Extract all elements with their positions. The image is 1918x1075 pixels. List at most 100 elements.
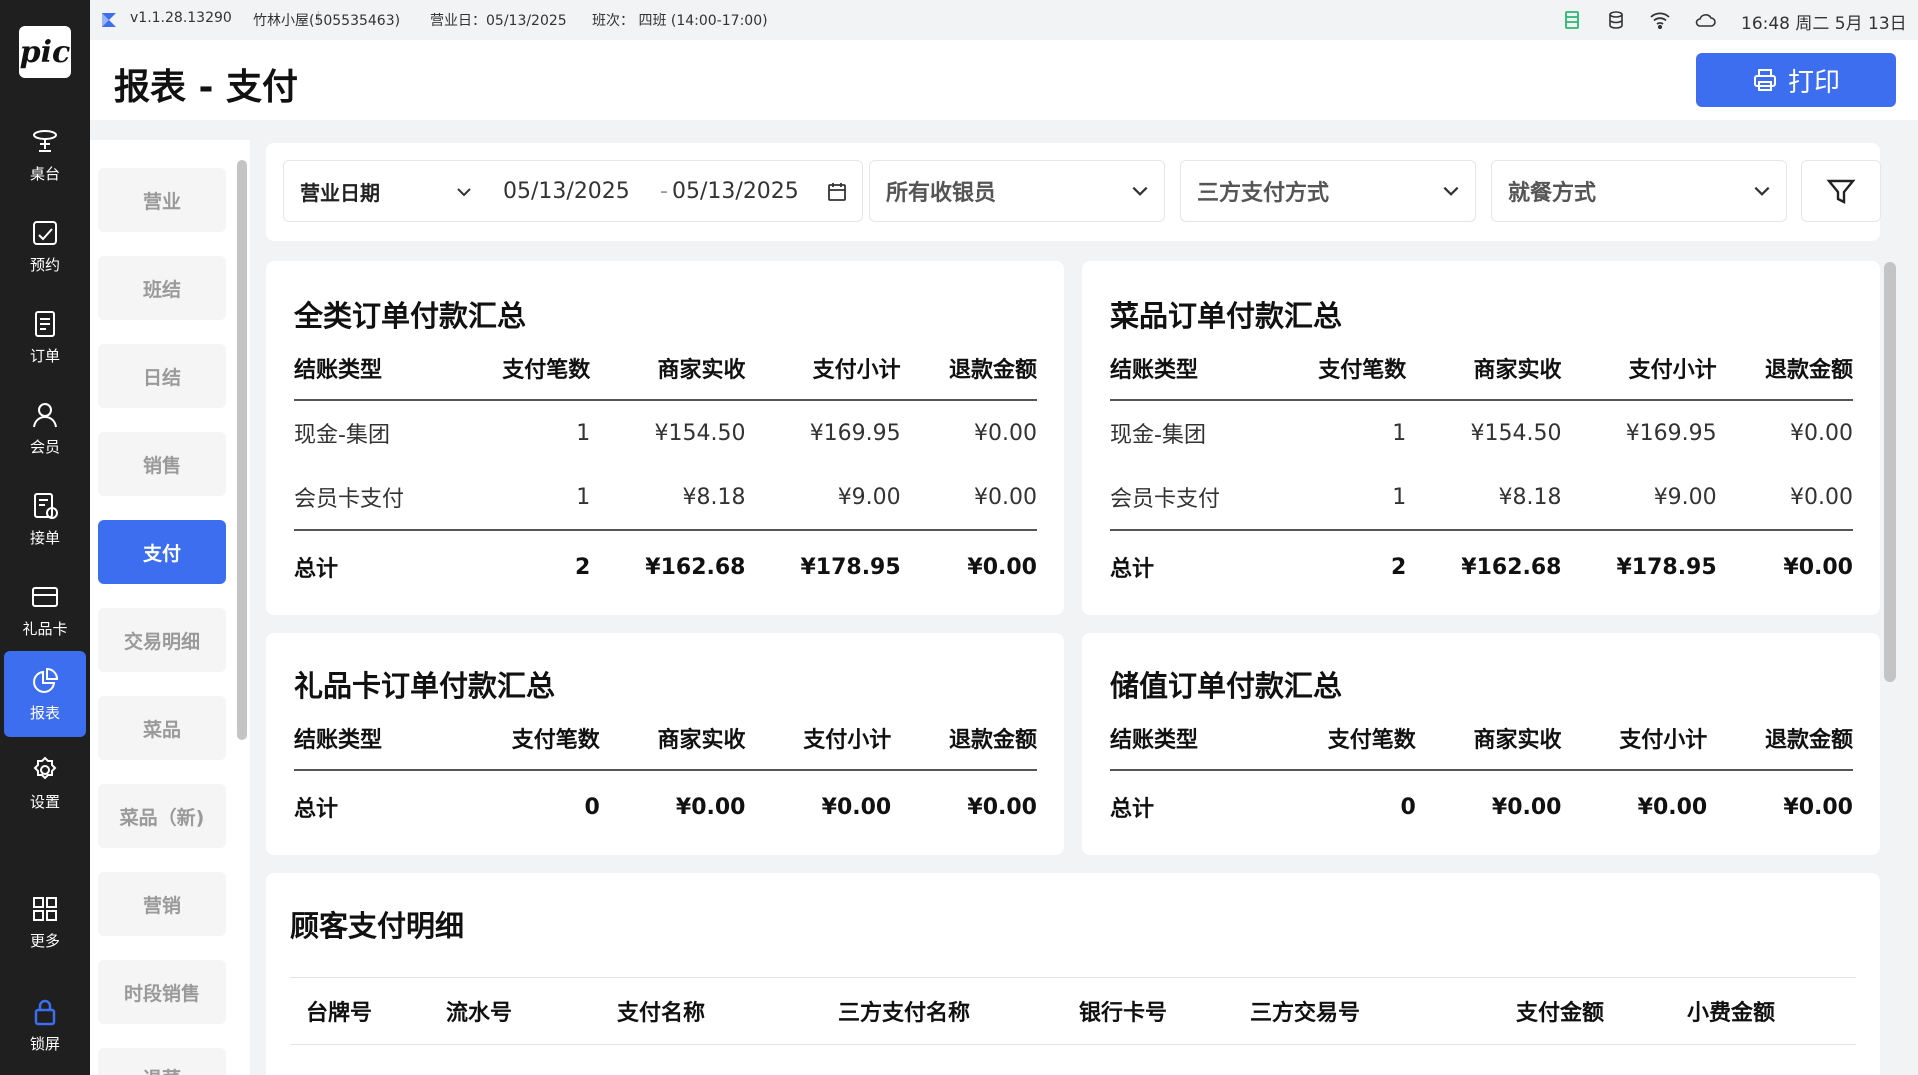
nav-item-more[interactable]: 更多 bbox=[4, 879, 86, 965]
subnav-item-dishes-new[interactable]: 菜品（新) bbox=[98, 784, 226, 848]
date-type-select[interactable]: 营业日期 bbox=[300, 177, 380, 206]
column-header: 支付小计 bbox=[745, 707, 892, 771]
app-logo: pic bbox=[19, 26, 71, 78]
filter-bar: 营业日期 05/13/2025 - 05/13/2025 所有收银员 三方支付方… bbox=[266, 143, 1881, 241]
filter-button[interactable] bbox=[1801, 160, 1881, 222]
card-title: 顾客支付明细 bbox=[290, 909, 465, 943]
subnav-item-payment[interactable]: 支付 bbox=[98, 520, 226, 584]
page-header: 报表 - 支付 打印 bbox=[90, 40, 1918, 120]
table-cell: 0 bbox=[584, 794, 600, 820]
nav-item-reports[interactable]: 报表 bbox=[4, 651, 86, 737]
column-header: 结账类型 bbox=[294, 707, 454, 771]
table-cell: 现金-集团 bbox=[294, 423, 390, 448]
third-party-payment-filter[interactable]: 三方支付方式 bbox=[1180, 160, 1476, 222]
table-cell: 会员卡支付 bbox=[294, 487, 405, 512]
calendar-icon bbox=[828, 183, 846, 201]
date-to[interactable]: 05/13/2025 bbox=[672, 179, 799, 204]
nav-label: 设置 bbox=[29, 792, 60, 811]
table-cell: ¥9.00 bbox=[1653, 484, 1717, 510]
nav-item-gift-card[interactable]: 礼品卡 bbox=[4, 567, 86, 653]
column-header: 支付小计 bbox=[1561, 337, 1717, 401]
store-name: 竹林小屋(505535463) bbox=[253, 13, 401, 29]
subnav-item-daily[interactable]: 日结 bbox=[98, 344, 226, 408]
dining-mode-filter[interactable]: 就餐方式 bbox=[1491, 160, 1787, 222]
nav-item-lock[interactable]: 锁屏 bbox=[4, 982, 86, 1068]
chevron-down-icon bbox=[1443, 186, 1459, 196]
table-cell: ¥0.00 bbox=[1491, 794, 1562, 820]
column-header: 银行卡号 bbox=[1063, 977, 1234, 1045]
print-button[interactable]: 打印 bbox=[1696, 53, 1896, 107]
printer-icon bbox=[1753, 69, 1776, 91]
card-all-orders: 全类订单付款汇总 结账类型 支付笔数 商家实收 支付小计 退款金额 现金-集团 … bbox=[266, 261, 1064, 615]
column-header: 台牌号 bbox=[290, 977, 430, 1045]
nav-item-settings[interactable]: 设置 bbox=[4, 740, 86, 826]
chevron-down-icon bbox=[1132, 186, 1148, 196]
card-title: 全类订单付款汇总 bbox=[294, 299, 527, 333]
chevron-down-icon bbox=[1754, 186, 1770, 196]
table-cell: 2 bbox=[454, 529, 591, 603]
summary-table: 结账类型 支付笔数 商家实收 支付小计 退款金额 总计 0 ¥0.00 ¥0.0… bbox=[294, 707, 1037, 843]
column-header: 支付笔数 bbox=[1270, 707, 1416, 771]
subnav-item-period-sales[interactable]: 时段销售 bbox=[98, 960, 226, 1024]
subnav-scrollbar[interactable] bbox=[237, 160, 247, 740]
table-cell: ¥8.18 bbox=[682, 484, 746, 510]
subnav-item-shift[interactable]: 班结 bbox=[98, 256, 226, 320]
date-range-filter[interactable]: 营业日期 05/13/2025 - 05/13/2025 bbox=[283, 160, 863, 222]
column-header: 结账类型 bbox=[1110, 707, 1270, 771]
table-cell: ¥9.00 bbox=[837, 484, 901, 510]
content-scrollbar[interactable] bbox=[1884, 262, 1896, 682]
column-header: 支付笔数 bbox=[454, 337, 591, 401]
summary-table: 结账类型 支付笔数 商家实收 支付小计 退款金额 现金-集团 1 ¥154.50… bbox=[294, 337, 1037, 603]
total-row: 总计 0 ¥0.00 ¥0.00 ¥0.00 bbox=[294, 770, 1037, 843]
nav-label: 更多 bbox=[29, 931, 60, 950]
table-cell: 1 bbox=[1392, 484, 1407, 510]
table-cell: 1 bbox=[1392, 420, 1407, 446]
subnav-item-dishes[interactable]: 菜品 bbox=[98, 696, 226, 760]
table-header: 结账类型 支付笔数 商家实收 支付小计 退款金额 bbox=[294, 337, 1037, 401]
total-row: 总计 2 ¥162.68 ¥178.95 ¥0.00 bbox=[1110, 529, 1853, 603]
nav-item-orders[interactable]: 订单 bbox=[4, 294, 86, 380]
column-header: 支付笔数 bbox=[454, 707, 600, 771]
table-header: 台牌号 流水号 支付名称 三方支付名称 银行卡号 三方交易号 支付金额 小费金额 bbox=[290, 977, 1856, 1045]
third-party-select[interactable]: 三方支付方式 bbox=[1197, 175, 1329, 207]
nav-item-members[interactable]: 会员 bbox=[4, 385, 86, 471]
subnav-item-business[interactable]: 营业 bbox=[98, 168, 226, 232]
nav-item-receive[interactable]: 接单 bbox=[4, 476, 86, 562]
column-header: 支付小计 bbox=[745, 337, 901, 401]
gear-icon bbox=[33, 756, 57, 779]
subnav-item-returns[interactable]: 退菜 bbox=[98, 1048, 226, 1075]
cashier-select[interactable]: 所有收银员 bbox=[886, 175, 996, 207]
user-icon bbox=[33, 402, 57, 427]
table-cell: ¥0.00 bbox=[974, 484, 1037, 510]
subnav-item-transactions[interactable]: 交易明细 bbox=[98, 608, 226, 672]
cloud-icon bbox=[1695, 14, 1716, 27]
column-header: 流水号 bbox=[430, 977, 601, 1045]
card-title: 菜品订单付款汇总 bbox=[1110, 299, 1343, 333]
summary-table: 结账类型 支付笔数 商家实收 支付小计 退款金额 总计 0 ¥0.00 ¥0.0… bbox=[1110, 707, 1853, 843]
date-from[interactable]: 05/13/2025 bbox=[503, 179, 630, 204]
card-customer-payment-detail: 顾客支付明细 台牌号 流水号 支付名称 三方支付名称 银行卡号 三方交易号 支付… bbox=[266, 873, 1880, 1075]
table-cell: ¥0.00 bbox=[900, 529, 1037, 603]
table-cell: ¥154.50 bbox=[654, 420, 746, 446]
database-green-icon bbox=[1565, 11, 1579, 29]
subnav-item-marketing[interactable]: 营销 bbox=[98, 872, 226, 936]
cashier-filter[interactable]: 所有收银员 bbox=[869, 160, 1165, 222]
subnav-item-sales[interactable]: 销售 bbox=[98, 432, 226, 496]
card-dish-orders: 菜品订单付款汇总 结账类型 支付笔数 商家实收 支付小计 退款金额 现金-集团 … bbox=[1082, 261, 1880, 615]
table-cell: ¥0.00 bbox=[1637, 794, 1708, 820]
total-row: 总计 2 ¥162.68 ¥178.95 ¥0.00 bbox=[294, 529, 1037, 603]
filter-icon bbox=[1826, 179, 1856, 204]
wifi-icon bbox=[1650, 12, 1670, 29]
database-icon bbox=[1609, 11, 1623, 29]
table-cell: 现金-集团 bbox=[1110, 423, 1206, 448]
lock-icon bbox=[34, 999, 56, 1025]
nav-item-reservation[interactable]: 预约 bbox=[4, 203, 86, 289]
dining-select[interactable]: 就餐方式 bbox=[1508, 175, 1596, 207]
table-cell: ¥154.50 bbox=[1470, 420, 1562, 446]
pie-chart-icon bbox=[33, 667, 59, 693]
nav-item-table[interactable]: 桌台 bbox=[4, 112, 86, 198]
page-title: 报表 - 支付 bbox=[114, 67, 299, 108]
table-header: 结账类型 支付笔数 商家实收 支付小计 退款金额 bbox=[1110, 337, 1853, 401]
table-cell: ¥178.95 bbox=[1561, 529, 1717, 603]
table-cell: 1 bbox=[576, 484, 591, 510]
